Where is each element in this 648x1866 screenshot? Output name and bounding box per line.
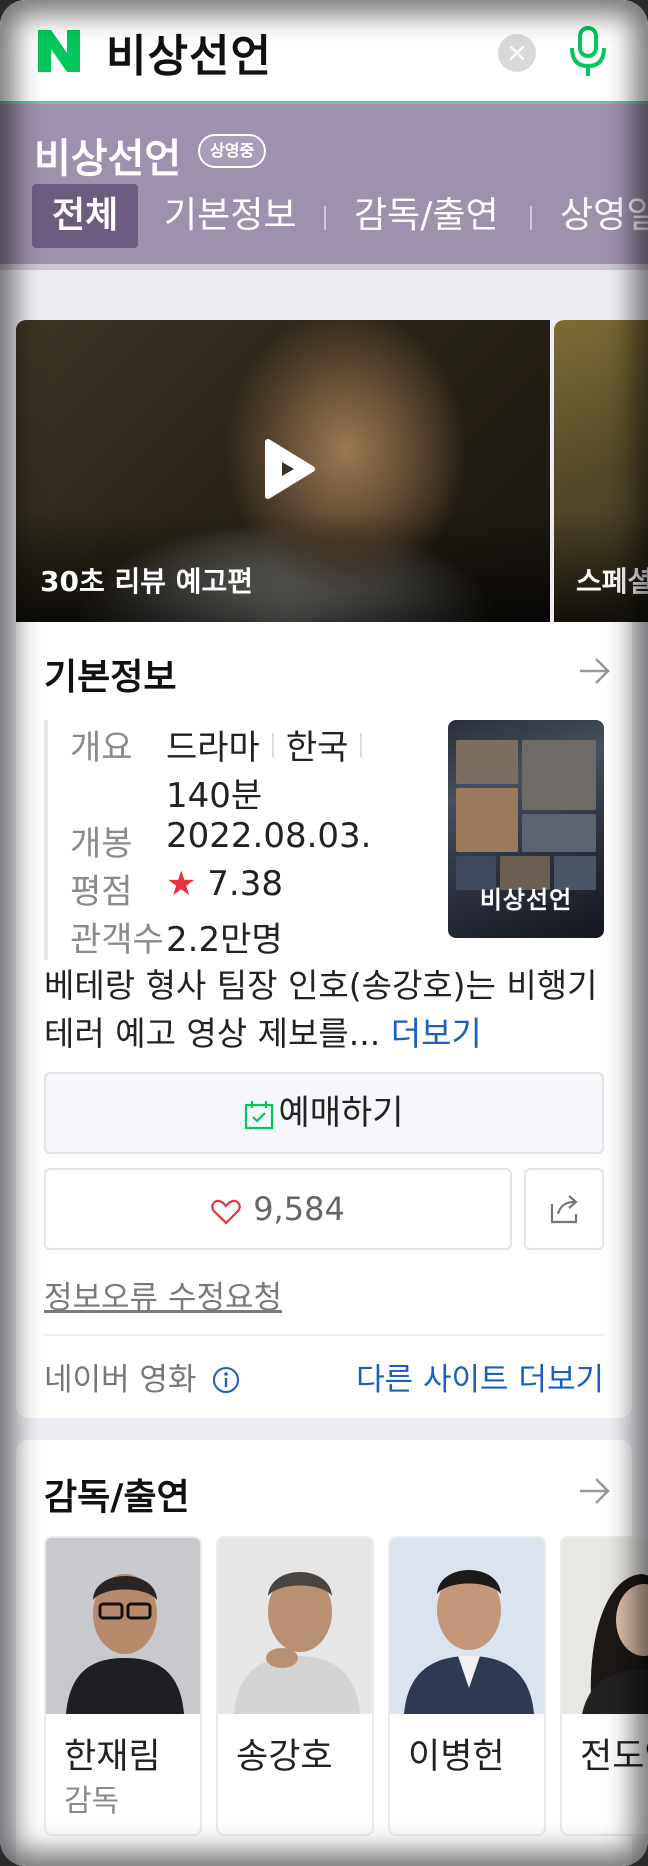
search-input[interactable]: 비상선언	[106, 20, 272, 84]
synopsis: 베테랑 형사 팀장 인호(송강호)는 비행기 테러 예고 영상 제보를... 더…	[44, 962, 614, 1058]
cast-photo	[46, 1538, 200, 1714]
poster-cell	[522, 814, 596, 852]
cast-photo	[218, 1538, 372, 1714]
poster-title: 비상선언	[479, 886, 573, 914]
audience-value: 2.2만명	[166, 920, 283, 960]
section-title[interactable]: 감독/출연	[44, 1468, 190, 1520]
info-row-audience: 관객수 2.2만명	[70, 912, 384, 960]
video-caption: 스페셜	[576, 565, 648, 598]
video-card[interactable]: 스페셜	[554, 320, 648, 622]
video-card[interactable]: 30초 리뷰 예고편	[16, 320, 550, 622]
cast-name: 이병헌	[408, 1737, 505, 1777]
cast-item[interactable]: 한재림 감독	[44, 1536, 202, 1836]
cast-photo	[390, 1538, 544, 1714]
rating-value[interactable]: ★ 7.38	[166, 864, 283, 904]
clear-search-button[interactable]: ×	[498, 34, 536, 72]
movie-title[interactable]: 비상선언	[34, 126, 181, 184]
poster-cell	[456, 740, 518, 784]
microphone-icon[interactable]	[568, 26, 608, 78]
poster-cell	[456, 788, 518, 852]
inline-divider	[360, 733, 363, 757]
cast-role: 감독	[64, 1784, 120, 1819]
cast-photo	[562, 1538, 648, 1714]
naver-logo-icon[interactable]	[36, 28, 82, 74]
person-silhouette	[562, 1538, 648, 1714]
genre-value[interactable]: 드라마	[166, 728, 260, 768]
info-row-overview: 개요 드라마 한국	[70, 720, 384, 768]
cast-name: 전도연	[580, 1737, 648, 1777]
section-title[interactable]: 기본정보	[44, 648, 176, 700]
source-text: 네이버 영화	[44, 1362, 197, 1398]
cast-item[interactable]: 송강호	[216, 1536, 374, 1836]
cast-name: 한재림	[64, 1737, 161, 1777]
heart-icon	[211, 1199, 241, 1225]
tab-bar: 전체 기본정보 감독/출연 상영일	[32, 184, 648, 248]
more-link[interactable]: 더보기	[391, 1014, 482, 1053]
info-label: 평점	[70, 872, 133, 912]
report-error-link[interactable]: 정보오류 수정요청	[44, 1272, 282, 1317]
movie-header: 비상선언 상영중 전체 기본정보 감독/출연 상영일	[0, 104, 648, 264]
other-sites-link[interactable]: 다른 사이트 더보기	[356, 1354, 604, 1399]
person-silhouette	[46, 1538, 200, 1714]
like-button[interactable]: 9,584	[44, 1168, 512, 1250]
tab-divider	[324, 206, 326, 230]
divider	[44, 1334, 604, 1336]
cast-item[interactable]: 이병헌	[388, 1536, 546, 1836]
inline-divider	[271, 733, 274, 757]
star-icon: ★	[166, 864, 197, 904]
tab-director-cast[interactable]: 감독/출연	[354, 184, 499, 248]
info-icon[interactable]	[212, 1366, 240, 1394]
person-silhouette	[218, 1538, 372, 1714]
share-button[interactable]	[524, 1168, 604, 1250]
info-value: 드라마 한국	[166, 720, 374, 769]
tab-showtimes[interactable]: 상영일	[560, 184, 648, 248]
app-frame: 비상선언 × 비상선언 상영중 전체 기본정보 감독/출연 상영일 30초 리뷰…	[0, 0, 648, 1866]
rating-score: 7.38	[207, 864, 283, 904]
tab-all[interactable]: 전체	[32, 184, 139, 248]
info-row-rating: 평점 ★ 7.38	[70, 864, 384, 912]
tab-basic-info[interactable]: 기본정보	[164, 184, 296, 248]
poster-cell	[522, 740, 596, 810]
info-label: 관객수	[70, 920, 164, 960]
info-row-release: 개봉 2022.08.03.	[70, 816, 384, 864]
header-divider	[0, 264, 648, 270]
cast-carousel[interactable]: 한재림 감독 송강호 이병헌 전도	[44, 1536, 648, 1836]
cast-name: 송강호	[236, 1737, 333, 1777]
reserve-label: 예매하기	[278, 1093, 404, 1133]
calendar-check-icon	[245, 1101, 274, 1130]
poster-collage	[456, 740, 596, 890]
reserve-button[interactable]: 예매하기	[44, 1072, 604, 1154]
cast-item[interactable]: 전도연	[560, 1536, 648, 1836]
status-badge: 상영중	[198, 134, 267, 168]
video-carousel[interactable]: 30초 리뷰 예고편 스페셜	[16, 320, 648, 622]
play-icon[interactable]	[260, 438, 316, 500]
person-silhouette	[390, 1538, 544, 1714]
cast-card: 감독/출연 한재림 감독 송강호 이병헌 전도	[16, 1440, 648, 1866]
close-icon: ×	[506, 38, 528, 68]
share-icon	[550, 1195, 578, 1224]
synopsis-text: 베테랑 형사 팀장 인호(송강호)는 비행기 테러 예고 영상 제보를...	[44, 966, 598, 1053]
tab-divider	[530, 206, 532, 230]
country-value[interactable]: 한국	[286, 728, 349, 768]
video-caption: 30초 리뷰 예고편	[40, 565, 254, 598]
like-count: 9,584	[253, 1190, 345, 1228]
info-row-runtime: 140분	[70, 768, 384, 816]
source-label[interactable]: 네이버 영화	[44, 1354, 240, 1399]
basic-info-card: 기본정보 개요 드라마 한국 140분 개봉 2022.08.03. 평점 ★ 7…	[16, 622, 632, 1418]
search-bar: 비상선언 ×	[0, 0, 648, 104]
info-label: 개봉	[70, 824, 133, 864]
release-date-value: 2022.08.03.	[166, 816, 372, 856]
movie-poster[interactable]: 비상선언	[448, 720, 604, 938]
arrow-right-icon[interactable]	[578, 656, 612, 686]
info-label: 개요	[70, 728, 133, 768]
info-list: 개요 드라마 한국 140분 개봉 2022.08.03. 평점 ★ 7.38 관…	[44, 720, 384, 960]
runtime-value: 140분	[166, 776, 263, 816]
arrow-right-icon[interactable]	[578, 1476, 612, 1506]
